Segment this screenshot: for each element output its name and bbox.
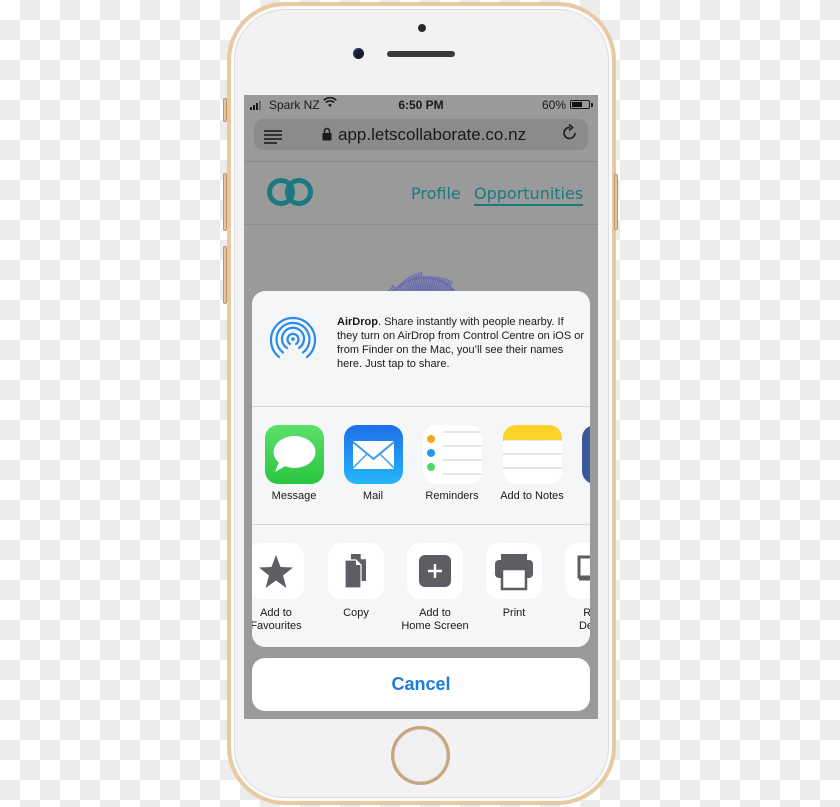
action-add-to-favourites[interactable]: Add to Favourites <box>252 543 316 633</box>
home-button[interactable] <box>391 726 450 785</box>
printer-icon <box>486 543 542 599</box>
action-label-line2: Deskt <box>578 620 590 632</box>
power-button[interactable] <box>614 174 618 230</box>
action-add-to-home-screen[interactable]: Add to Home Screen <box>395 543 475 633</box>
star-icon <box>252 543 304 599</box>
action-print[interactable]: Print <box>474 543 554 620</box>
volume-up-button[interactable] <box>223 173 227 231</box>
airdrop-icon <box>269 316 317 359</box>
app-label: Message <box>271 490 317 502</box>
nav-link-profile[interactable]: Profile <box>411 184 461 203</box>
share-app-mail[interactable]: Mail <box>333 425 413 502</box>
app-label: Add to Notes <box>500 490 564 502</box>
copy-icon <box>328 543 384 599</box>
app-label: F <box>571 490 590 502</box>
divider <box>244 224 598 225</box>
app-label: Mail <box>362 490 384 502</box>
front-camera-icon <box>353 48 364 59</box>
airdrop-title: AirDrop <box>337 316 378 328</box>
share-app-facebook[interactable]: F <box>571 425 590 502</box>
action-label-line1: Add to <box>260 607 292 619</box>
add-square-icon <box>407 543 463 599</box>
action-copy[interactable]: Copy <box>316 543 396 620</box>
action-label: Add to Favourites <box>252 607 316 633</box>
nav-link-opportunities[interactable]: Opportunities <box>474 184 584 206</box>
notes-icon <box>502 425 562 484</box>
share-app-message[interactable]: Message <box>254 425 334 502</box>
earpiece-speaker <box>387 51 455 57</box>
action-label-line1: Print <box>502 607 526 619</box>
action-label: RecDeskt <box>553 607 590 633</box>
app-label: Reminders <box>425 490 479 502</box>
status-bar: Spark NZ 6:50 PM 60% <box>244 95 598 115</box>
action-label-line1: Copy <box>343 607 369 619</box>
share-app-notes[interactable]: Add to Notes <box>492 425 572 502</box>
cancel-button[interactable]: Cancel <box>252 658 590 711</box>
action-label-line1: Rec <box>583 607 590 619</box>
mail-icon <box>343 425 403 484</box>
share-sheet: AirDrop. Share instantly with people nea… <box>252 291 590 647</box>
action-label: Print <box>474 607 554 620</box>
messages-icon <box>264 425 324 484</box>
screen: Spark NZ 6:50 PM 60% app.letscollaborate… <box>244 95 598 719</box>
battery-icon <box>570 100 590 109</box>
battery-level <box>572 102 582 107</box>
action-label-line2: Favourites <box>252 620 302 632</box>
action-label-line1: Add to <box>419 607 451 619</box>
mute-switch[interactable] <box>223 98 227 122</box>
address-bar[interactable]: app.letscollaborate.co.nz <box>254 119 588 150</box>
action-label: Add to Home Screen <box>395 607 475 633</box>
share-actions-row: Add to Favourites Copy Add to Home Screen … <box>252 525 590 647</box>
collaborate-logo[interactable] <box>266 177 314 207</box>
action-label: Copy <box>316 607 396 620</box>
battery-percent: 60% <box>541 98 566 112</box>
volume-down-button[interactable] <box>223 246 227 304</box>
site-header: Profile Opportunities <box>244 162 598 224</box>
battery-tip <box>591 103 593 107</box>
action-request-desktop-site[interactable]: RecDeskt <box>553 543 590 633</box>
airdrop-section[interactable]: AirDrop. Share instantly with people nea… <box>252 291 590 406</box>
sunburst-ray <box>420 271 424 292</box>
reload-icon[interactable] <box>562 123 578 146</box>
action-label-line2: Home Screen <box>401 620 469 632</box>
proximity-sensor <box>418 24 426 32</box>
share-app-reminders[interactable]: Reminders <box>412 425 492 502</box>
reader-icon[interactable] <box>264 130 282 146</box>
reminders-icon <box>422 425 482 484</box>
lock-icon <box>322 127 332 141</box>
desktop-icon <box>565 543 590 599</box>
share-apps-row: Message Mail Reminders Add to Notes <box>252 407 590 524</box>
url-text[interactable]: app.letscollaborate.co.nz <box>338 125 526 145</box>
facebook-icon <box>581 425 590 484</box>
airdrop-description: AirDrop. Share instantly with people nea… <box>337 315 585 371</box>
